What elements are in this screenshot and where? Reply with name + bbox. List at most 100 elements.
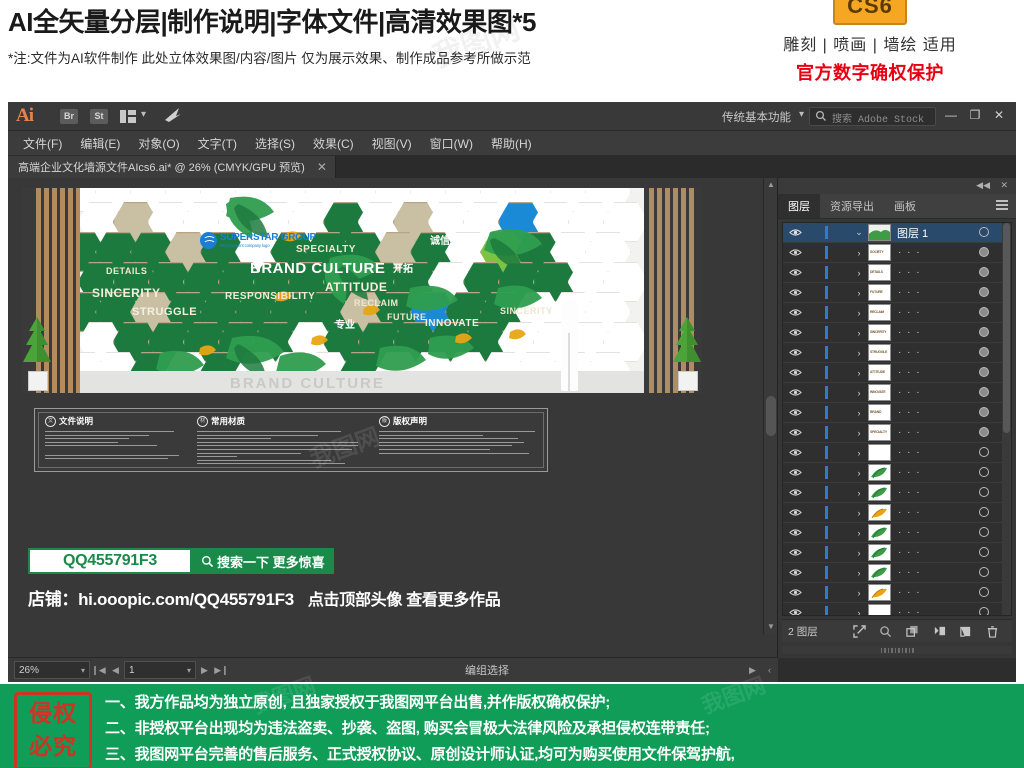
stock-button[interactable]: St (90, 109, 108, 124)
eye-icon[interactable] (783, 604, 807, 615)
target-indicator[interactable] (969, 524, 999, 542)
chevron-right-icon[interactable]: › (850, 428, 868, 438)
status-selection-mode[interactable]: 编组选择 (230, 662, 744, 678)
target-indicator[interactable] (969, 344, 999, 362)
layer-name[interactable]: · · · (891, 347, 969, 358)
chevron-right-icon[interactable]: › (850, 408, 868, 418)
layer-name[interactable]: · · · (891, 607, 969, 615)
target-indicator[interactable] (969, 384, 999, 402)
layer-name[interactable]: · · · (891, 527, 969, 538)
layer-name[interactable]: · · · (891, 487, 969, 498)
chevron-right-icon[interactable]: › (850, 608, 868, 616)
layer-row[interactable]: › STRUGGLE · · · (783, 343, 1011, 363)
chevron-right-icon[interactable]: › (850, 388, 868, 398)
menu-view[interactable]: 视图(V) (363, 132, 421, 155)
layers-scroll-thumb[interactable] (1003, 223, 1010, 433)
menu-edit[interactable]: 编辑(E) (71, 132, 129, 155)
panel-menu-icon[interactable] (996, 200, 1008, 212)
target-indicator[interactable] (969, 264, 999, 282)
layer-name[interactable]: · · · (891, 267, 969, 278)
target-indicator[interactable] (969, 364, 999, 382)
new-layer-icon[interactable] (959, 625, 972, 638)
stock-search-input[interactable]: 搜索 Adobe Stock (809, 107, 936, 126)
menu-object[interactable]: 对象(O) (129, 132, 188, 155)
chevron-right-icon[interactable]: › (850, 568, 868, 578)
menu-help[interactable]: 帮助(H) (482, 132, 541, 155)
search-icon[interactable] (879, 625, 892, 638)
layer-name[interactable]: 图层 1 (891, 225, 969, 241)
search-more-button[interactable]: 搜索一下 更多惊喜 (192, 548, 334, 574)
layer-row[interactable]: › · · · (783, 463, 1011, 483)
eye-icon[interactable] (783, 384, 807, 402)
chevron-right-icon[interactable]: › (850, 548, 868, 558)
bridge-button[interactable]: Br (60, 109, 78, 124)
eye-icon[interactable] (783, 484, 807, 502)
target-indicator[interactable] (969, 224, 999, 242)
target-indicator[interactable] (969, 584, 999, 602)
layer-name[interactable]: · · · (891, 567, 969, 578)
layer-name[interactable]: · · · (891, 547, 969, 558)
zoom-level-field[interactable]: 26% ▾ (14, 661, 90, 679)
tab-layers[interactable]: 图层 (778, 194, 820, 218)
first-artboard-button[interactable]: ❙◀ (90, 662, 107, 678)
new-sublayer-icon[interactable] (906, 625, 919, 638)
layer-row[interactable]: › · · · (783, 603, 1011, 616)
layer-row[interactable]: › · · · (783, 583, 1011, 603)
eye-icon[interactable] (783, 264, 807, 282)
layer-name[interactable]: · · · (891, 407, 969, 418)
document-tab[interactable]: 高端企业文化墙源文件AIcs6.ai* @ 26% (CMYK/GPU 预览) … (8, 156, 336, 178)
layer-name[interactable]: · · · (891, 327, 969, 338)
layer-row[interactable]: › BRAND · · · (783, 403, 1011, 423)
layer-name[interactable]: · · · (891, 507, 969, 518)
layer-name[interactable]: · · · (891, 447, 969, 458)
layer-name[interactable]: · · · (891, 307, 969, 318)
last-artboard-button[interactable]: ▶❙ (213, 662, 230, 678)
layer-row[interactable]: › · · · (783, 483, 1011, 503)
layer-name[interactable]: · · · (891, 367, 969, 378)
eye-icon[interactable] (783, 284, 807, 302)
menu-file[interactable]: 文件(F) (14, 132, 71, 155)
minimize-button[interactable]: — (940, 106, 962, 125)
chevron-right-icon[interactable]: › (850, 348, 868, 358)
target-indicator[interactable] (969, 484, 999, 502)
chevron-right-icon[interactable]: › (850, 508, 868, 518)
chevron-right-icon[interactable]: › (850, 308, 868, 318)
layers-scrollbar[interactable] (1002, 223, 1011, 615)
layer-row[interactable]: › DETAILS · · · (783, 263, 1011, 283)
target-indicator[interactable] (969, 324, 999, 342)
target-indicator[interactable] (969, 424, 999, 442)
layer-row[interactable]: › · · · (783, 503, 1011, 523)
chevron-right-icon[interactable]: › (850, 268, 868, 278)
layer-name[interactable]: · · · (891, 247, 969, 258)
layer-row[interactable]: › ATTITUDE · · · (783, 363, 1011, 383)
layer-row-header[interactable]: ⌄ 图层 1 (783, 223, 1011, 243)
target-indicator[interactable] (969, 504, 999, 522)
close-panel-icon[interactable]: ✕ (1000, 180, 1008, 191)
next-artboard-button[interactable]: ▶ (196, 662, 213, 678)
layer-row[interactable]: › RECLAIM · · · (783, 303, 1011, 323)
eye-icon[interactable] (783, 564, 807, 582)
artboard-number-field[interactable]: 1 ▾ (124, 661, 196, 679)
prev-artboard-button[interactable]: ◀ (107, 662, 124, 678)
go-to-mobile-icon[interactable] (163, 107, 183, 123)
chevron-right-icon[interactable]: › (850, 448, 868, 458)
layer-name[interactable]: · · · (891, 427, 969, 438)
tab-asset-export[interactable]: 资源导出 (820, 194, 884, 218)
target-indicator[interactable] (969, 304, 999, 322)
scroll-thumb[interactable] (766, 396, 776, 436)
chevron-right-icon[interactable]: › (850, 248, 868, 258)
menu-type[interactable]: 文字(T) (189, 132, 246, 155)
chevron-down-icon[interactable]: ⌄ (850, 227, 868, 238)
layer-row[interactable]: › SPECIALTY · · · (783, 423, 1011, 443)
layer-row[interactable]: › · · · (783, 563, 1011, 583)
target-indicator[interactable] (969, 284, 999, 302)
eye-icon[interactable] (783, 244, 807, 262)
locate-object-icon[interactable] (853, 624, 866, 638)
eye-icon[interactable] (783, 324, 807, 342)
canvas-vertical-scrollbar[interactable]: ▲ ▼ (763, 178, 778, 634)
target-indicator[interactable] (969, 444, 999, 462)
scroll-up-icon[interactable]: ▲ (764, 178, 778, 192)
make-clipping-mask-icon[interactable] (933, 625, 946, 638)
layer-name[interactable]: · · · (891, 467, 969, 478)
layer-row[interactable]: › FUTURE · · · (783, 283, 1011, 303)
